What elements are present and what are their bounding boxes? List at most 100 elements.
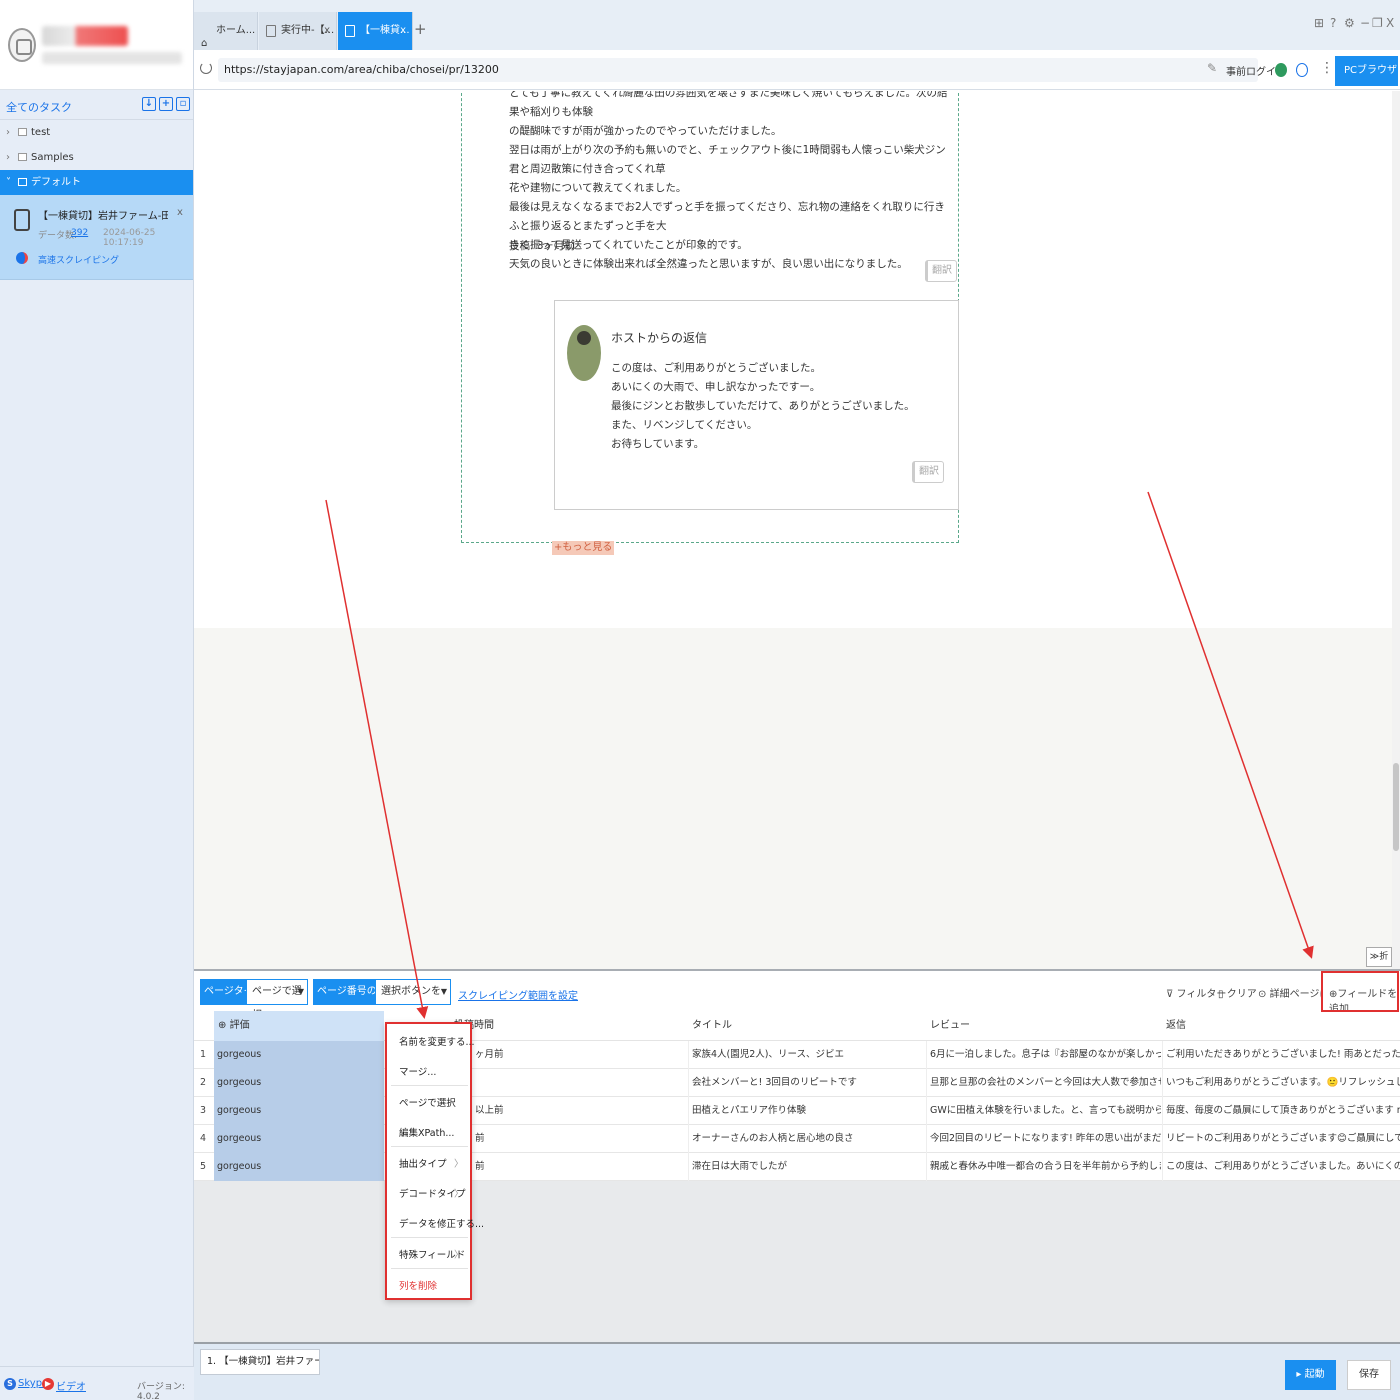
import-task-icon[interactable]: ↓ xyxy=(142,97,156,111)
pc-browser-button[interactable]: PCブラウザ ▾ xyxy=(1335,56,1398,106)
cell-title[interactable]: 滞在日は大雨でしたが xyxy=(688,1153,925,1181)
cell-review[interactable]: 親戚と春休み中唯一都合の合う日を半年前から予約しましたが、当日は大雨... xyxy=(926,1153,1161,1181)
new-tab-button[interactable]: + xyxy=(414,20,427,38)
column-header-time[interactable]: 投稿時間 xyxy=(450,1011,670,1041)
tree-item-default[interactable]: ˅ デフォルト xyxy=(0,170,193,195)
more-icon[interactable]: ⋮ xyxy=(1320,60,1334,76)
scrollbar[interactable] xyxy=(1392,91,1400,969)
cell-reply[interactable]: この度は、ご利用ありがとうございました。あいにくの大雨で、申し訳なか... xyxy=(1162,1153,1400,1181)
status-icon[interactable] xyxy=(1275,63,1287,77)
column-header-title[interactable]: タイトル xyxy=(688,1011,925,1041)
cell-time[interactable]: 以上前 xyxy=(472,1097,687,1125)
new-task-icon[interactable]: + xyxy=(159,97,173,111)
detail-page-button[interactable]: ⊙ 詳細ページに行く xyxy=(1258,985,1322,1000)
cell-reply[interactable]: ご利用いただきありがとうございました! 雨あとだったので、ジャガイモ掘... xyxy=(1162,1041,1400,1069)
pin-icon[interactable]: ⊞ xyxy=(1314,16,1324,30)
all-tasks-label[interactable]: 全てのタスク xyxy=(6,99,72,115)
cell-review[interactable]: 旦那と旦那の会社のメンバーと今回は大人数で参加させていただきました! xyxy=(926,1069,1161,1097)
task-name[interactable]: 【一棟貸切】岩井ファーム-田植え稲刈り... xyxy=(38,207,168,222)
bluetooth-icon[interactable] xyxy=(1296,63,1308,77)
cell-review[interactable]: GWに田植え体験を行いました。と、言っても説明から事前準備など全ての... xyxy=(926,1097,1161,1125)
menu-item-delete-column[interactable]: 列を削除 xyxy=(399,1278,437,1292)
video-icon[interactable]: ▶ xyxy=(42,1378,54,1390)
cell-eval[interactable]: gorgeous xyxy=(214,1041,384,1069)
avatar[interactable] xyxy=(8,28,36,62)
cell-title[interactable]: オーナーさんのお人柄と居心地の良さ xyxy=(688,1125,925,1153)
table-row[interactable]: 2 gorgeous 会社メンバーと! 3回目のリピートです 旦那と旦那の会社の… xyxy=(194,1069,1400,1097)
cell-title[interactable]: 田植えとパエリア作り体験 xyxy=(688,1097,925,1125)
gear-icon[interactable]: ⚙ xyxy=(1344,16,1355,30)
chevron-right-icon: › xyxy=(6,152,10,163)
cell-title[interactable]: 家族4人(園児2人)、リース、ジビエ xyxy=(688,1041,925,1069)
video-link[interactable]: ビデオ xyxy=(56,1378,86,1393)
cell-eval[interactable]: gorgeous xyxy=(214,1069,384,1097)
menu-item-special-field[interactable]: 特殊フィールド〉 xyxy=(399,1247,465,1261)
turbo-icon xyxy=(16,252,28,264)
skype-icon[interactable]: S xyxy=(4,1378,16,1390)
menu-item-edit-xpath[interactable]: 編集XPath... xyxy=(399,1125,454,1139)
task-count[interactable]: 392 xyxy=(71,228,88,238)
cell-review[interactable]: 6月に一泊しました。息子は『お部屋のなかが楽しかった』と大満足。実は... xyxy=(926,1041,1161,1069)
task-close-icon[interactable]: x xyxy=(177,207,183,218)
cell-review[interactable]: 今回2回目のリピートになります! 昨年の思い出がまだ鮮ってきて経験年せ... xyxy=(926,1125,1161,1153)
column-header-reply[interactable]: 返信 xyxy=(1162,1011,1400,1041)
tree-item-samples[interactable]: › Samples xyxy=(0,145,193,170)
cell-eval[interactable]: gorgeous xyxy=(214,1153,384,1181)
new-folder-icon[interactable]: ▫ xyxy=(176,97,190,111)
column-header-eval[interactable]: ⊕ 評価 xyxy=(214,1011,384,1041)
review-text: とても丁寧に教えてくれ綺麗な田の雰囲気を壊さずまた美味しく焼いてもらえました。次… xyxy=(509,91,954,274)
scrollbar-thumb[interactable] xyxy=(1393,763,1399,851)
task-card[interactable]: 【一棟貸切】岩井ファーム-田植え稲刈り... x データ数: 392 2024-… xyxy=(0,195,193,280)
menu-item-extract-type[interactable]: 抽出タイプ〉 xyxy=(399,1156,464,1170)
cell-time[interactable] xyxy=(472,1069,687,1097)
menu-item-merge[interactable]: マージ... xyxy=(399,1064,436,1078)
tab-close-icon[interactable]: x xyxy=(324,12,330,50)
page-number-select[interactable]: 選択ボタンを ▼ xyxy=(375,979,451,1005)
table-row[interactable]: 1 gorgeous ヶ月前 家族4人(園児2人)、リース、ジビエ 6月に一泊し… xyxy=(194,1041,1400,1069)
host-translate-button[interactable]: 翻訳 xyxy=(912,461,944,483)
cell-title[interactable]: 会社メンバーと! 3回目のリピートです xyxy=(688,1069,925,1097)
tree-item-test[interactable]: › test xyxy=(0,120,193,145)
help-icon[interactable]: ? xyxy=(1330,16,1336,30)
menu-item-decode-type[interactable]: デコードタイプ〉 xyxy=(399,1186,466,1200)
cell-eval[interactable]: gorgeous xyxy=(214,1097,384,1125)
restore-icon[interactable]: ❐ xyxy=(1372,16,1383,30)
cell-time[interactable]: ヶ月前 xyxy=(472,1041,687,1069)
cell-time[interactable]: 前 xyxy=(472,1153,687,1181)
turbo-scraping-link[interactable]: 高速スクレイピング xyxy=(38,253,119,266)
page-type-select[interactable]: ページで選択▼ xyxy=(246,979,308,1021)
tab-current-page[interactable]: 【一棟貸... x xyxy=(338,12,413,50)
task-tab[interactable]: 1. 【一棟貸切】岩井ファーム-田植... xyxy=(200,1349,320,1375)
table-row[interactable]: 5 gorgeous 前 滞在日は大雨でしたが 親戚と春休み中唯一都合の合う日を… xyxy=(194,1153,1400,1181)
menu-item-rename[interactable]: 名前を変更する... xyxy=(399,1034,475,1048)
menu-item-label: 抽出タイプ xyxy=(399,1159,447,1170)
edit-icon[interactable]: ✎ xyxy=(1207,61,1217,75)
reload-icon[interactable] xyxy=(200,62,212,74)
clear-button[interactable]: ▯ クリア xyxy=(1218,985,1257,1000)
selected-review-block[interactable]: とても丁寧に教えてくれ綺麗な田の雰囲気を壊さずまた美味しく焼いてもらえました。次… xyxy=(461,91,959,543)
caret-down-icon: ▼ xyxy=(440,987,447,996)
translate-button[interactable]: 翻訳 xyxy=(925,260,957,282)
cell-reply[interactable]: いつもご利用ありがとうございます。🙂リフレッシュして頂けたようで、... xyxy=(1162,1069,1400,1097)
tab-home[interactable]: ⌂ ホーム... xyxy=(194,12,258,50)
cell-eval[interactable]: gorgeous xyxy=(214,1125,384,1153)
user-profile[interactable] xyxy=(0,0,193,90)
tab-running[interactable]: 実行中-【... x xyxy=(259,12,337,50)
minimize-icon[interactable]: − xyxy=(1360,16,1370,30)
show-more-link[interactable]: +もっと見る xyxy=(552,541,615,555)
table-row[interactable]: 4 gorgeous 前 オーナーさんのお人柄と居心地の良さ 今回2回目のリピー… xyxy=(194,1125,1400,1153)
url-input[interactable]: https://stayjapan.com/area/chiba/chosei/… xyxy=(218,58,1258,82)
column-header-review[interactable]: レビュー xyxy=(926,1011,1161,1041)
fold-button[interactable]: ≫折る xyxy=(1366,947,1392,967)
menu-item-select-page[interactable]: ページで選択 xyxy=(399,1095,456,1109)
menu-item-fix-data[interactable]: データを修正する... xyxy=(399,1216,484,1230)
cell-reply[interactable]: リピートのご利用ありがとうございます😊ご贔屓にしていただけて、とっ... xyxy=(1162,1125,1400,1153)
save-button[interactable]: 保存 xyxy=(1347,1360,1391,1390)
cell-reply[interactable]: 毎度、毎度のご贔屓にして頂きありがとうございます m(_ _)m昨年の稲刈... xyxy=(1162,1097,1400,1125)
scrape-range-link[interactable]: スクレイピング範囲を設定 xyxy=(458,987,578,1002)
table-row[interactable]: 3 gorgeous 以上前 田植えとパエリア作り体験 GWに田植え体験を行いま… xyxy=(194,1097,1400,1125)
cell-time[interactable]: 前 xyxy=(472,1125,687,1153)
start-button[interactable]: ▸ 起動 xyxy=(1285,1360,1336,1390)
close-icon[interactable]: X xyxy=(1386,16,1394,30)
tab-close-icon[interactable]: x xyxy=(400,12,406,50)
